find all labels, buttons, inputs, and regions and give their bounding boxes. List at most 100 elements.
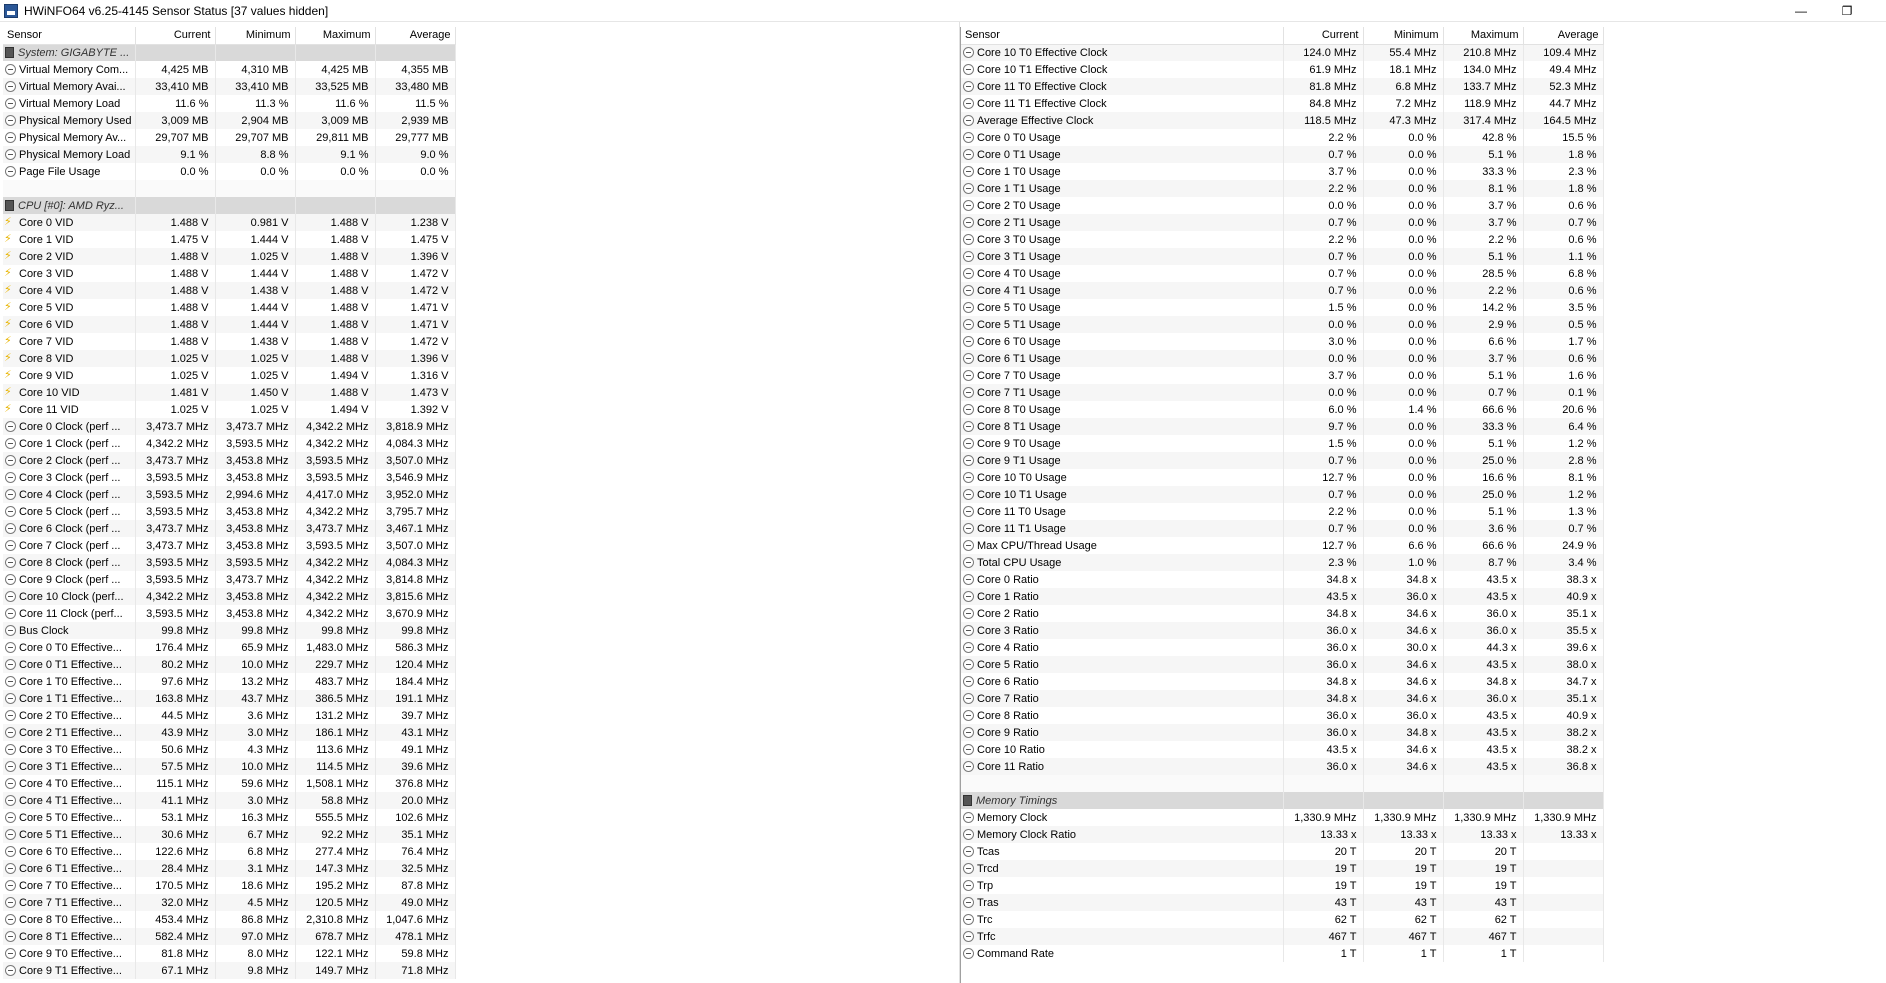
- column-header-sensor[interactable]: Sensor: [3, 27, 136, 45]
- column-header-sensor[interactable]: Sensor: [961, 27, 1284, 45]
- sensor-row[interactable]: Core 7 T1 Usage 0.0 % 0.0 % 0.7 % 0.1 %: [961, 384, 1604, 401]
- sensor-row[interactable]: Trc 62 T 62 T 62 T: [961, 911, 1604, 928]
- sensor-row[interactable]: Core 3 T0 Effective... 50.6 MHz 4.3 MHz 113…: [3, 741, 456, 758]
- sensor-row[interactable]: Core 1 T1 Usage 2.2 % 0.0 % 8.1 % 1.8 %: [961, 180, 1604, 197]
- sensor-row[interactable]: Virtual Memory Com... 4,425 MB 4,310 MB 4,4…: [3, 61, 456, 78]
- sensor-row[interactable]: Core 6 Ratio 34.8 x 34.6 x 34.8 x 34.7 x: [961, 673, 1604, 690]
- sensor-row[interactable]: Core 8 T0 Usage 6.0 % 1.4 % 66.6 % 20.6 %: [961, 401, 1604, 418]
- sensor-row[interactable]: Core 4 T0 Effective... 115.1 MHz 59.6 MHz 1…: [3, 775, 456, 792]
- column-header-minimum[interactable]: Minimum: [215, 27, 296, 45]
- sensor-row[interactable]: Core 7 Ratio 34.8 x 34.6 x 36.0 x 35.1 x: [961, 690, 1604, 707]
- sensor-row[interactable]: Core 8 T1 Usage 9.7 % 0.0 % 33.3 % 6.4 %: [961, 418, 1604, 435]
- sensor-row[interactable]: Virtual Memory Load 11.6 % 11.3 % 11.6 % 11.…: [3, 95, 456, 112]
- sensor-row[interactable]: Core 3 Clock (perf ... 3,593.5 MHz 3,453.8…: [3, 469, 456, 486]
- sensor-row[interactable]: Core 10 Ratio 43.5 x 34.6 x 43.5 x 38.2 x: [961, 741, 1604, 758]
- sensor-row[interactable]: Tras 43 T 43 T 43 T: [961, 894, 1604, 911]
- minimize-button[interactable]: —: [1778, 0, 1824, 22]
- sensor-row[interactable]: Core 2 Ratio 34.8 x 34.6 x 36.0 x 35.1 x: [961, 605, 1604, 622]
- restore-button[interactable]: ❐: [1824, 0, 1870, 22]
- sensor-row[interactable]: Core 2 VID1.488 V1.025 V1.488 V1.396 V: [3, 248, 456, 265]
- sensor-row[interactable]: Core 9 Clock (perf ... 3,593.5 MHz 3,473.7…: [3, 571, 456, 588]
- sensor-row[interactable]: Core 0 VID1.488 V0.981 V1.488 V1.238 V: [3, 214, 456, 231]
- sensor-row[interactable]: Core 5 T1 Usage 0.0 % 0.0 % 2.9 % 0.5 %: [961, 316, 1604, 333]
- sensor-row[interactable]: Core 6 T0 Effective... 122.6 MHz 6.8 MHz 27…: [3, 843, 456, 860]
- sensor-row[interactable]: Core 8 T1 Effective... 582.4 MHz 97.0 MHz 6…: [3, 928, 456, 945]
- sensor-row[interactable]: Tcas 20 T 20 T 20 T: [961, 843, 1604, 860]
- sensor-row[interactable]: Core 11 T1 Usage 0.7 % 0.0 % 3.6 % 0.7 %: [961, 520, 1604, 537]
- sensor-row[interactable]: Core 6 T1 Effective... 28.4 MHz 3.1 MHz 147…: [3, 860, 456, 877]
- column-header-average[interactable]: Average: [375, 27, 456, 45]
- sensor-row[interactable]: Core 0 T1 Effective... 80.2 MHz 10.0 MHz 22…: [3, 656, 456, 673]
- sensor-row[interactable]: Core 5 T0 Usage 1.5 % 0.0 % 14.2 % 3.5 %: [961, 299, 1604, 316]
- sensor-row[interactable]: Core 0 Clock (perf ... 3,473.7 MHz 3,473.7…: [3, 418, 456, 435]
- sensor-row[interactable]: Core 5 T0 Effective... 53.1 MHz 16.3 MHz 55…: [3, 809, 456, 826]
- sensor-row[interactable]: Trcd 19 T 19 T 19 T: [961, 860, 1604, 877]
- column-header-maximum[interactable]: Maximum: [295, 27, 376, 45]
- sensor-row[interactable]: Core 4 Ratio 36.0 x 30.0 x 44.3 x 39.6 x: [961, 639, 1604, 656]
- sensor-row[interactable]: Core 2 T0 Effective... 44.5 MHz 3.6 MHz 131…: [3, 707, 456, 724]
- sensor-row[interactable]: Core 10 T0 Usage 12.7 % 0.0 % 16.6 % 8.1 %: [961, 469, 1604, 486]
- sensor-row[interactable]: Trfc 467 T 467 T 467 T: [961, 928, 1604, 945]
- sensor-row[interactable]: Core 1 T0 Usage 3.7 % 0.0 % 33.3 % 2.3 %: [961, 163, 1604, 180]
- sensor-row[interactable]: Core 0 Ratio 34.8 x 34.8 x 43.5 x 38.3 x: [961, 571, 1604, 588]
- sensor-row[interactable]: Core 1 VID1.475 V1.444 V1.488 V1.475 V: [3, 231, 456, 248]
- sensor-row[interactable]: Core 6 Clock (perf ... 3,473.7 MHz 3,453.8…: [3, 520, 456, 537]
- sensor-row[interactable]: Core 9 T0 Effective... 81.8 MHz 8.0 MHz 122…: [3, 945, 456, 962]
- sensor-row[interactable]: Core 2 T1 Usage 0.7 % 0.0 % 3.7 % 0.7 %: [961, 214, 1604, 231]
- column-header-maximum[interactable]: Maximum: [1443, 27, 1524, 45]
- sensor-row[interactable]: Core 4 VID1.488 V1.438 V1.488 V1.472 V: [3, 282, 456, 299]
- sensor-row[interactable]: Core 6 VID1.488 V1.444 V1.488 V1.471 V: [3, 316, 456, 333]
- sensor-row[interactable]: Core 11 Ratio 36.0 x 34.6 x 43.5 x 36.8 x: [961, 758, 1604, 775]
- sensor-row[interactable]: Bus Clock 99.8 MHz 99.8 MHz 99.8 MHz 99.8 MH…: [3, 622, 456, 639]
- sensor-row[interactable]: Core 10 VID 1.481 V1.450 V1.488 V1.473 V: [3, 384, 456, 401]
- sensor-row[interactable]: Core 2 T0 Usage 0.0 % 0.0 % 3.7 % 0.6 %: [961, 197, 1604, 214]
- sensor-row[interactable]: Core 10 Clock (perf... 4,342.2 MHz 3,453.8…: [3, 588, 456, 605]
- column-header-minimum[interactable]: Minimum: [1363, 27, 1444, 45]
- sensor-row[interactable]: Core 8 Clock (perf ... 3,593.5 MHz 3,593.5…: [3, 554, 456, 571]
- sensor-row[interactable]: Core 9 T1 Effective... 67.1 MHz 9.8 MHz 149…: [3, 962, 456, 979]
- sensor-row[interactable]: Core 11 T1 Effective Clock 84.8 MHz 7.2 MH…: [961, 95, 1604, 112]
- sensor-row[interactable]: Physical Memory Av... 29,707 MB 29,707 MB 2…: [3, 129, 456, 146]
- sensor-row[interactable]: Trp 19 T 19 T 19 T: [961, 877, 1604, 894]
- sensor-row[interactable]: Core 4 T0 Usage 0.7 % 0.0 % 28.5 % 6.8 %: [961, 265, 1604, 282]
- column-header-current[interactable]: Current: [1283, 27, 1364, 45]
- sensor-row[interactable]: Core 10 T0 Effective Clock 124.0 MHz 55.4 …: [961, 44, 1604, 61]
- sensor-row[interactable]: Core 11 T0 Usage 2.2 % 0.0 % 5.1 % 1.3 %: [961, 503, 1604, 520]
- sensor-row[interactable]: Total CPU Usage 2.3 % 1.0 % 8.7 % 3.4 %: [961, 554, 1604, 571]
- sensor-row[interactable]: Core 8 T0 Effective... 453.4 MHz 86.8 MHz 2…: [3, 911, 456, 928]
- sensor-row[interactable]: Core 9 T1 Usage 0.7 % 0.0 % 25.0 % 2.8 %: [961, 452, 1604, 469]
- sensor-row[interactable]: Core 7 T0 Effective... 170.5 MHz 18.6 MHz 1…: [3, 877, 456, 894]
- sensor-row[interactable]: Core 1 Ratio 43.5 x 36.0 x 43.5 x 40.9 x: [961, 588, 1604, 605]
- sensor-group-header[interactable]: System: GIGABYTE ...: [3, 44, 456, 61]
- sensor-row[interactable]: Core 3 T1 Effective... 57.5 MHz 10.0 MHz 11…: [3, 758, 456, 775]
- sensor-row[interactable]: Core 3 VID1.488 V1.444 V1.488 V1.472 V: [3, 265, 456, 282]
- sensor-row[interactable]: Virtual Memory Avai... 33,410 MB 33,410 MB…: [3, 78, 456, 95]
- sensor-row[interactable]: Core 10 T1 Usage 0.7 % 0.0 % 25.0 % 1.2 %: [961, 486, 1604, 503]
- sensor-group-header[interactable]: Memory Timings: [961, 792, 1604, 809]
- sensor-row[interactable]: Core 2 T1 Effective... 43.9 MHz 3.0 MHz 186…: [3, 724, 456, 741]
- sensor-row[interactable]: Core 7 T0 Usage 3.7 % 0.0 % 5.1 % 1.6 %: [961, 367, 1604, 384]
- sensor-row[interactable]: Core 5 T1 Effective... 30.6 MHz 6.7 MHz 92.…: [3, 826, 456, 843]
- column-header-current[interactable]: Current: [135, 27, 216, 45]
- sensor-row[interactable]: Core 5 VID1.488 V1.444 V1.488 V1.471 V: [3, 299, 456, 316]
- sensor-row[interactable]: Core 1 Clock (perf ... 4,342.2 MHz 3,593.5…: [3, 435, 456, 452]
- sensor-row[interactable]: Core 11 Clock (perf... 3,593.5 MHz 3,453.8…: [3, 605, 456, 622]
- sensor-row[interactable]: Core 1 T0 Effective... 97.6 MHz 13.2 MHz 48…: [3, 673, 456, 690]
- sensor-row[interactable]: Core 11 T0 Effective Clock 81.8 MHz 6.8 MH…: [961, 78, 1604, 95]
- sensor-row[interactable]: Average Effective Clock 118.5 MHz 47.3 MHz…: [961, 112, 1604, 129]
- sensor-row[interactable]: Core 8 VID1.025 V1.025 V1.488 V1.396 V: [3, 350, 456, 367]
- sensor-row[interactable]: Core 5 Ratio 36.0 x 34.6 x 43.5 x 38.0 x: [961, 656, 1604, 673]
- sensor-row[interactable]: Core 3 T0 Usage 2.2 % 0.0 % 2.2 % 0.6 %: [961, 231, 1604, 248]
- sensor-row[interactable]: Core 9 Ratio 36.0 x 34.8 x 43.5 x 38.2 x: [961, 724, 1604, 741]
- sensor-row[interactable]: Physical Memory Used 3,009 MB 2,904 MB 3,00…: [3, 112, 456, 129]
- sensor-row[interactable]: Core 0 T1 Usage 0.7 % 0.0 % 5.1 % 1.8 %: [961, 146, 1604, 163]
- sensor-row[interactable]: Core 7 Clock (perf ... 3,473.7 MHz 3,453.8…: [3, 537, 456, 554]
- sensor-row[interactable]: Core 2 Clock (perf ... 3,473.7 MHz 3,453.8…: [3, 452, 456, 469]
- sensor-row[interactable]: Memory Clock Ratio 13.33 x 13.33 x 13.33 x1…: [961, 826, 1604, 843]
- sensor-row[interactable]: Max CPU/Thread Usage 12.7 % 6.6 % 66.6 % 24.…: [961, 537, 1604, 554]
- sensor-row[interactable]: Command Rate 1 T1 T1 T: [961, 945, 1604, 962]
- sensor-row[interactable]: Core 9 T0 Usage 1.5 % 0.0 % 5.1 % 1.2 %: [961, 435, 1604, 452]
- sensor-row[interactable]: Core 9 VID1.025 V1.025 V1.494 V1.316 V: [3, 367, 456, 384]
- sensor-row[interactable]: Physical Memory Load 9.1 % 8.8 % 9.1 % 9.0 %: [3, 146, 456, 163]
- sensor-row[interactable]: Core 6 T0 Usage 3.0 % 0.0 % 6.6 % 1.7 %: [961, 333, 1604, 350]
